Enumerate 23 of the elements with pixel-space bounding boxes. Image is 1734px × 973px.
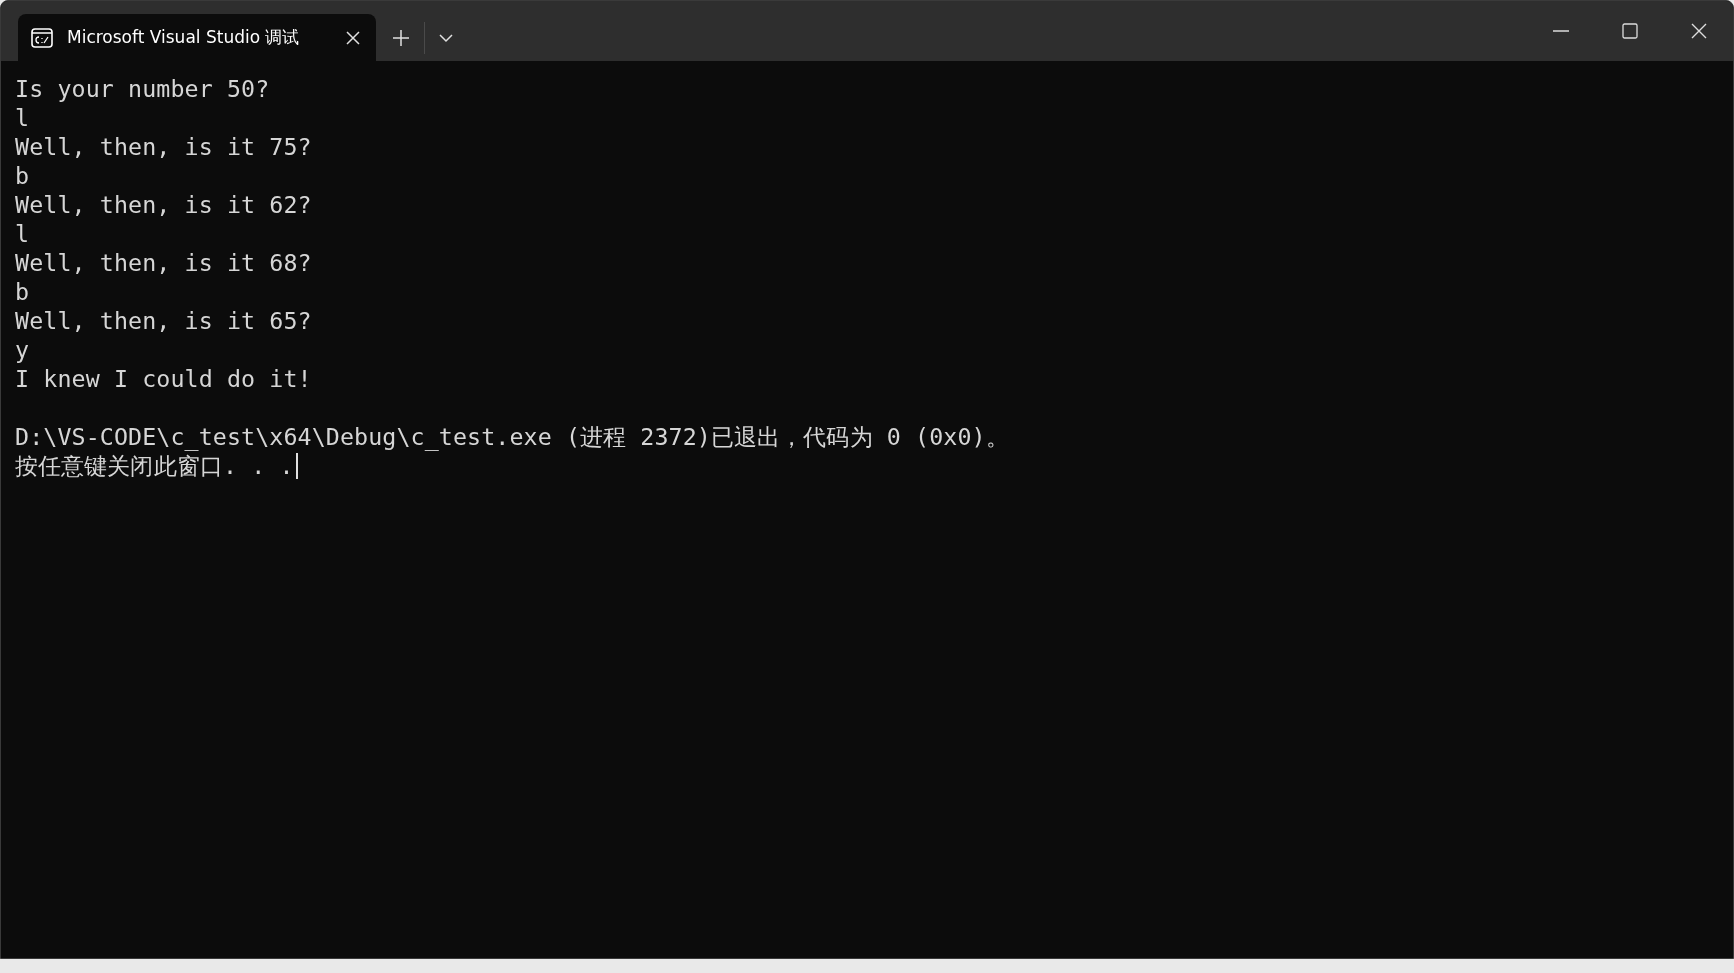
console-icon <box>31 27 53 48</box>
console-line: D:\VS-CODE\c_test\x64\Debug\c_test.exe (进程 2372)已退出，代码为 0 (0x0)。 <box>15 422 1009 451</box>
tab-title: Microsoft Visual Studio 调试 <box>67 26 301 49</box>
chevron-down-icon <box>439 32 453 43</box>
console-line: Is your number 50? <box>15 74 270 103</box>
terminal-tab[interactable]: Microsoft Visual Studio 调试 <box>18 14 376 61</box>
console-line: l <box>15 219 30 248</box>
console-line: Well, then, is it 75? <box>15 132 312 161</box>
console-line: b <box>15 161 30 190</box>
plus-icon <box>392 28 410 47</box>
close-icon <box>346 30 360 45</box>
console-line: 按任意键关闭此窗口. . . <box>15 451 294 480</box>
console-line: Well, then, is it 62? <box>15 190 312 219</box>
console-line: b <box>15 277 30 306</box>
close-icon <box>1690 23 1707 39</box>
text-cursor <box>295 452 298 479</box>
minimize-icon <box>1552 30 1569 32</box>
console-line: y <box>15 335 30 364</box>
console-line: Well, then, is it 68? <box>15 248 312 277</box>
console-line: Well, then, is it 65? <box>15 306 312 335</box>
console-line: l <box>15 103 30 132</box>
console-line: I knew I could do it! <box>15 364 312 393</box>
maximize-icon <box>1621 23 1638 39</box>
